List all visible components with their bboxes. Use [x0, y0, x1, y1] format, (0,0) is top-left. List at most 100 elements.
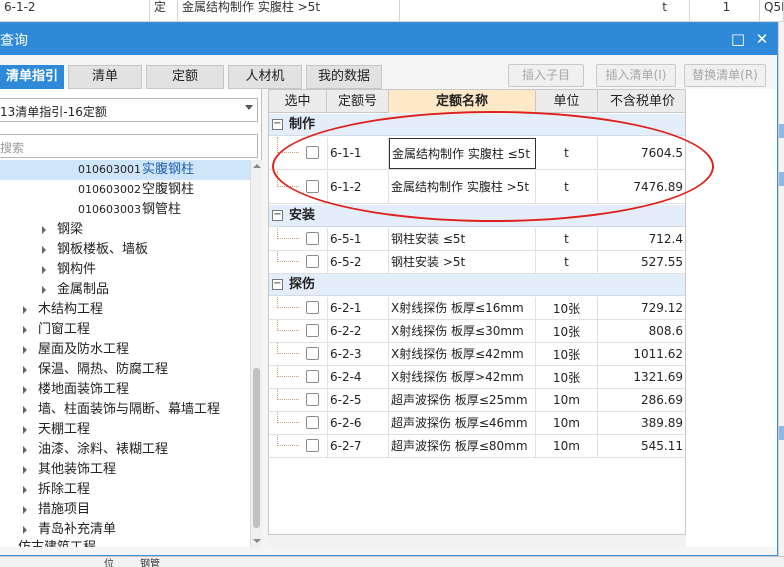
row-checkbox[interactable] [306, 232, 319, 245]
expand-arrow-icon[interactable] [23, 306, 27, 314]
insert-child-button[interactable]: 插入子目 [508, 64, 584, 87]
tree-item[interactable]: 010603001 实腹钢柱 [0, 160, 250, 180]
table-row[interactable]: 6-1-1 金属结构制作 实腹柱 ≤5t t 7604.5 [269, 137, 685, 170]
collapse-icon[interactable]: − [272, 119, 283, 130]
row-checkbox[interactable] [306, 393, 319, 406]
table-row[interactable]: 6-5-2 钢柱安装 >5t t 527.55 [269, 251, 685, 274]
tree-scrollbar[interactable] [250, 160, 262, 547]
tree-item[interactable]: 钢构件 [0, 260, 250, 280]
header-name[interactable]: 定额名称 [389, 90, 536, 113]
tree-item[interactable]: 门窗工程 [0, 320, 250, 340]
tree-item[interactable]: 屋面及防水工程 [0, 340, 250, 360]
row-checkbox[interactable] [306, 255, 319, 268]
row-name-cell[interactable]: X射线探伤 板厚>42mm [389, 366, 536, 388]
tree-item[interactable]: 010603003 钢管柱 [0, 200, 250, 220]
chevron-down-icon[interactable] [245, 105, 253, 110]
row-checkbox[interactable] [306, 301, 319, 314]
row-checkbox[interactable] [306, 180, 319, 193]
tree-item[interactable]: 楼地面装饰工程 [0, 380, 250, 400]
grid-horizontal-scrollbar[interactable] [268, 535, 686, 547]
row-name-cell[interactable]: X射线探伤 板厚≤42mm [389, 343, 536, 365]
collapse-icon[interactable]: − [272, 279, 283, 290]
tree-item[interactable]: 保温、隔热、防腐工程 [0, 360, 250, 380]
expand-arrow-icon[interactable] [23, 366, 27, 374]
expand-arrow-icon[interactable] [23, 466, 27, 474]
maximize-icon[interactable]: □ [728, 29, 748, 49]
group-row[interactable]: − 探伤 [269, 274, 685, 296]
tree-item[interactable]: 措施项目 [0, 500, 250, 520]
expand-arrow-icon[interactable] [23, 506, 27, 514]
bg-cell: 定 [150, 0, 178, 22]
table-row[interactable]: 6-2-5 超声波探伤 板厚≤25mm 10m 286.69 [269, 389, 685, 412]
expand-arrow-icon[interactable] [23, 346, 27, 354]
tree-item[interactable]: 墙、柱面装饰与隔断、幕墙工程 [0, 400, 250, 420]
tree-item[interactable]: 木结构工程 [0, 300, 250, 320]
row-checkbox[interactable] [306, 146, 319, 159]
table-row[interactable]: 6-2-3 X射线探伤 板厚≤42mm 10张 1011.62 [269, 343, 685, 366]
row-checkbox[interactable] [306, 324, 319, 337]
table-row[interactable]: 6-1-2 金属结构制作 实腹柱 >5t t 7476.89 [269, 171, 685, 204]
row-name-cell[interactable]: 超声波探伤 板厚≤80mm [389, 435, 536, 457]
row-checkbox[interactable] [306, 347, 319, 360]
library-select[interactable]: 13清单指引-16定额 [0, 98, 258, 122]
grid-empty-area [686, 89, 777, 547]
scroll-up-icon[interactable] [253, 164, 261, 168]
expand-arrow-icon[interactable] [42, 246, 46, 254]
row-checkbox[interactable] [306, 370, 319, 383]
tree-item[interactable]: 油漆、涂料、裱糊工程 [0, 440, 250, 460]
replace-list-button[interactable]: 替换清单(R) [684, 64, 766, 87]
close-icon[interactable]: ✕ [752, 29, 772, 49]
row-name-cell[interactable]: 钢柱安装 >5t [389, 251, 536, 273]
expand-arrow-icon[interactable] [42, 226, 46, 234]
tree-item[interactable]: 青岛补充清单 [0, 520, 250, 540]
tree-item[interactable]: 钢板楼板、墙板 [0, 240, 250, 260]
expand-arrow-icon[interactable] [42, 266, 46, 274]
expand-arrow-icon[interactable] [42, 286, 46, 294]
tab-my-data[interactable]: 我的数据 [306, 65, 382, 89]
tab-list[interactable]: 清单 [68, 65, 142, 89]
expand-arrow-icon[interactable] [23, 326, 27, 334]
table-row[interactable]: 6-2-4 X射线探伤 板厚>42mm 10张 1321.69 [269, 366, 685, 389]
row-name-cell[interactable]: 超声波探伤 板厚≤46mm [389, 412, 536, 434]
search-input[interactable]: 搜索 [0, 134, 258, 158]
scrollbar-thumb[interactable] [253, 368, 260, 528]
table-row[interactable]: 6-2-7 超声波探伤 板厚≤80mm 10m 545.11 [269, 435, 685, 458]
expand-arrow-icon[interactable] [23, 486, 27, 494]
tab-list-guide[interactable]: 清单指引 [0, 65, 64, 89]
expand-arrow-icon[interactable] [23, 386, 27, 394]
row-name-cell[interactable]: 金属结构制作 实腹柱 >5t [389, 171, 536, 203]
collapse-icon[interactable]: − [272, 210, 283, 221]
tree-item[interactable]: 010603002 空腹钢柱 [0, 180, 250, 200]
scroll-down-icon[interactable] [253, 539, 261, 543]
tree-item[interactable]: 其他装饰工程 [0, 460, 250, 480]
expand-arrow-icon[interactable] [23, 406, 27, 414]
expand-arrow-icon[interactable] [23, 526, 27, 534]
table-row[interactable]: 6-5-1 钢柱安装 ≤5t t 712.4 [269, 228, 685, 251]
table-row[interactable]: 6-2-1 X射线探伤 板厚≤16mm 10张 729.12 [269, 297, 685, 320]
dialog-titlebar[interactable]: 查询 □ ✕ [0, 23, 777, 55]
row-name-cell[interactable]: X射线探伤 板厚≤30mm [389, 320, 536, 342]
table-row[interactable]: 6-2-6 超声波探伤 板厚≤46mm 10m 389.89 [269, 412, 685, 435]
row-name-cell[interactable]: 钢柱安装 ≤5t [389, 228, 536, 250]
row-name-cell[interactable]: X射线探伤 板厚≤16mm [389, 297, 536, 319]
row-checkbox[interactable] [306, 439, 319, 452]
tab-quota[interactable]: 定额 [146, 65, 224, 89]
table-row[interactable]: 6-2-2 X射线探伤 板厚≤30mm 10张 808.6 [269, 320, 685, 343]
tree-item[interactable]: 金属制品 [0, 280, 250, 300]
background-sheet-bottom: 位 钢管 [0, 556, 784, 567]
tab-labor-material[interactable]: 人材机 [228, 65, 302, 89]
tree-item[interactable]: 钢梁 [0, 220, 250, 240]
expand-arrow-icon[interactable] [23, 426, 27, 434]
row-name-cell[interactable]: 金属结构制作 实腹柱 ≤5t [389, 138, 536, 169]
bg-cell: 金属结构制作 实腹柱 >5t [178, 0, 400, 22]
grid-header: 选中 定额号 定额名称 单位 不含税单价 [269, 90, 685, 113]
group-row[interactable]: − 制作 [269, 114, 685, 136]
tree-item[interactable]: 拆除工程 [0, 480, 250, 500]
group-row[interactable]: − 安装 [269, 205, 685, 227]
tree-item[interactable]: 仿古建筑工程 [0, 538, 250, 547]
insert-list-button[interactable]: 插入清单(I) [596, 64, 676, 87]
tree-item[interactable]: 天棚工程 [0, 420, 250, 440]
expand-arrow-icon[interactable] [23, 446, 27, 454]
row-name-cell[interactable]: 超声波探伤 板厚≤25mm [389, 389, 536, 411]
row-checkbox[interactable] [306, 416, 319, 429]
